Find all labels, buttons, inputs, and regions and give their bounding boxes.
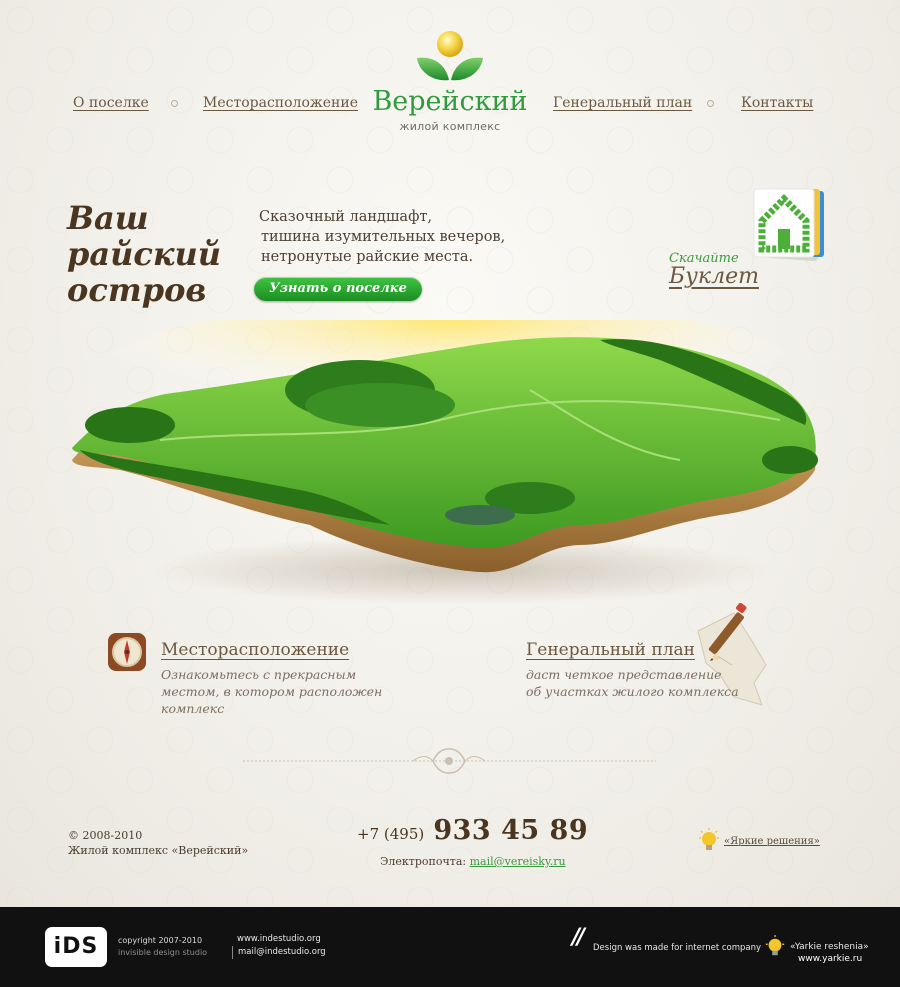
yarkie-brand-name[interactable]: «Yarkie reshenia» xyxy=(790,941,869,953)
learn-more-button[interactable]: Узнать о поселке xyxy=(254,277,422,301)
booklet-download-link[interactable]: Буклет xyxy=(669,264,759,289)
nav-link-plan[interactable]: Генеральный план xyxy=(553,95,692,111)
site-logo[interactable]: Верейский жилой комплекс xyxy=(370,28,530,138)
phone-code: +7 (495) xyxy=(357,825,425,843)
nav-link-location[interactable]: Месторасположение xyxy=(203,95,358,111)
feature-desc-line: местом, в котором расположен xyxy=(161,684,383,699)
footer-copyright-years: © 2008-2010 xyxy=(68,829,143,842)
yarkie-brand-url[interactable]: www.yarkie.ru xyxy=(790,953,869,965)
hero-text-line: Сказочный ландшафт, xyxy=(259,209,433,225)
yarkie-brand: «Yarkie reshenia» www.yarkie.ru xyxy=(790,941,869,965)
feature-plan-description: даст четкое представление об участках жи… xyxy=(526,666,756,700)
feature-desc-line: даст четкое представление xyxy=(526,667,722,682)
studio-copyright: copyright 2007-2010 invisible design stu… xyxy=(118,935,207,959)
nav-link-contacts[interactable]: Контакты xyxy=(741,95,813,111)
footer-phone: +7 (495) 933 45 89 xyxy=(357,815,588,846)
studio-site-link[interactable]: www.indestudio.org xyxy=(237,933,326,946)
studio-contacts: www.indestudio.org mail@indestudio.org xyxy=(232,933,326,959)
made-for-text: Design was made for internet company xyxy=(593,943,762,953)
hero-title-line: Ваш xyxy=(67,199,149,237)
phone-number: 933 45 89 xyxy=(433,815,589,846)
booklet-house-icon[interactable] xyxy=(748,185,828,265)
feature-location-description: Ознакомьтесь с прекрасным местом, в кото… xyxy=(161,666,391,717)
slashes-mark: // xyxy=(572,925,585,950)
logo-subtitle: жилой комплекс xyxy=(399,120,501,133)
ornament-divider xyxy=(243,748,656,774)
logo-title: Верейский xyxy=(372,86,528,117)
logo-flower-icon xyxy=(417,31,483,81)
feature-location-title[interactable]: Месторасположение xyxy=(161,640,349,660)
feature-plan-title[interactable]: Генеральный план xyxy=(526,640,695,660)
hero-title-line: остров xyxy=(67,271,207,309)
email-label: Электропочта: xyxy=(380,855,467,868)
studio-footer: iDS copyright 2007-2010 invisible design… xyxy=(0,907,900,987)
nav-separator-dot xyxy=(707,100,714,107)
footer-copyright: © 2008-2010 Жилой комплекс «Верейский» xyxy=(68,828,248,858)
email-link[interactable]: mail@vereisky.ru xyxy=(470,855,566,868)
footer-email: Электропочта: mail@vereisky.ru xyxy=(380,855,566,868)
lightbulb-icon xyxy=(765,935,785,956)
feature-desc-line: об участках жилого комплекса xyxy=(526,684,739,699)
feature-desc-line: комплекс xyxy=(161,701,225,716)
hero-text-line: нетронутые райские места. xyxy=(261,249,474,265)
nav-link-about[interactable]: О поселке xyxy=(73,95,149,111)
hero-description: Сказочный ландшафт, тишина изумительных … xyxy=(259,207,519,267)
studio-copyright-text: copyright 2007-2010 xyxy=(118,936,203,945)
ids-logo[interactable]: iDS xyxy=(45,927,107,967)
hero-text-line: тишина изумительных вечеров, xyxy=(261,229,506,245)
lightbulb-icon xyxy=(699,828,719,850)
feature-desc-line: Ознакомьтесь с прекрасным xyxy=(161,667,357,682)
studio-mail-link[interactable]: mail@indestudio.org xyxy=(232,946,326,959)
hero-title-line: райский xyxy=(67,235,222,273)
brand-link[interactable]: «Яркие решения» xyxy=(724,836,820,847)
hero-title: Ваш райский остров xyxy=(67,200,247,308)
studio-name: invisible design studio xyxy=(118,948,208,957)
compass-icon[interactable] xyxy=(107,632,147,672)
nav-separator-dot xyxy=(171,100,178,107)
footer-copyright-owner: Жилой комплекс «Верейский» xyxy=(68,844,249,857)
island-landscape-image xyxy=(72,320,818,605)
